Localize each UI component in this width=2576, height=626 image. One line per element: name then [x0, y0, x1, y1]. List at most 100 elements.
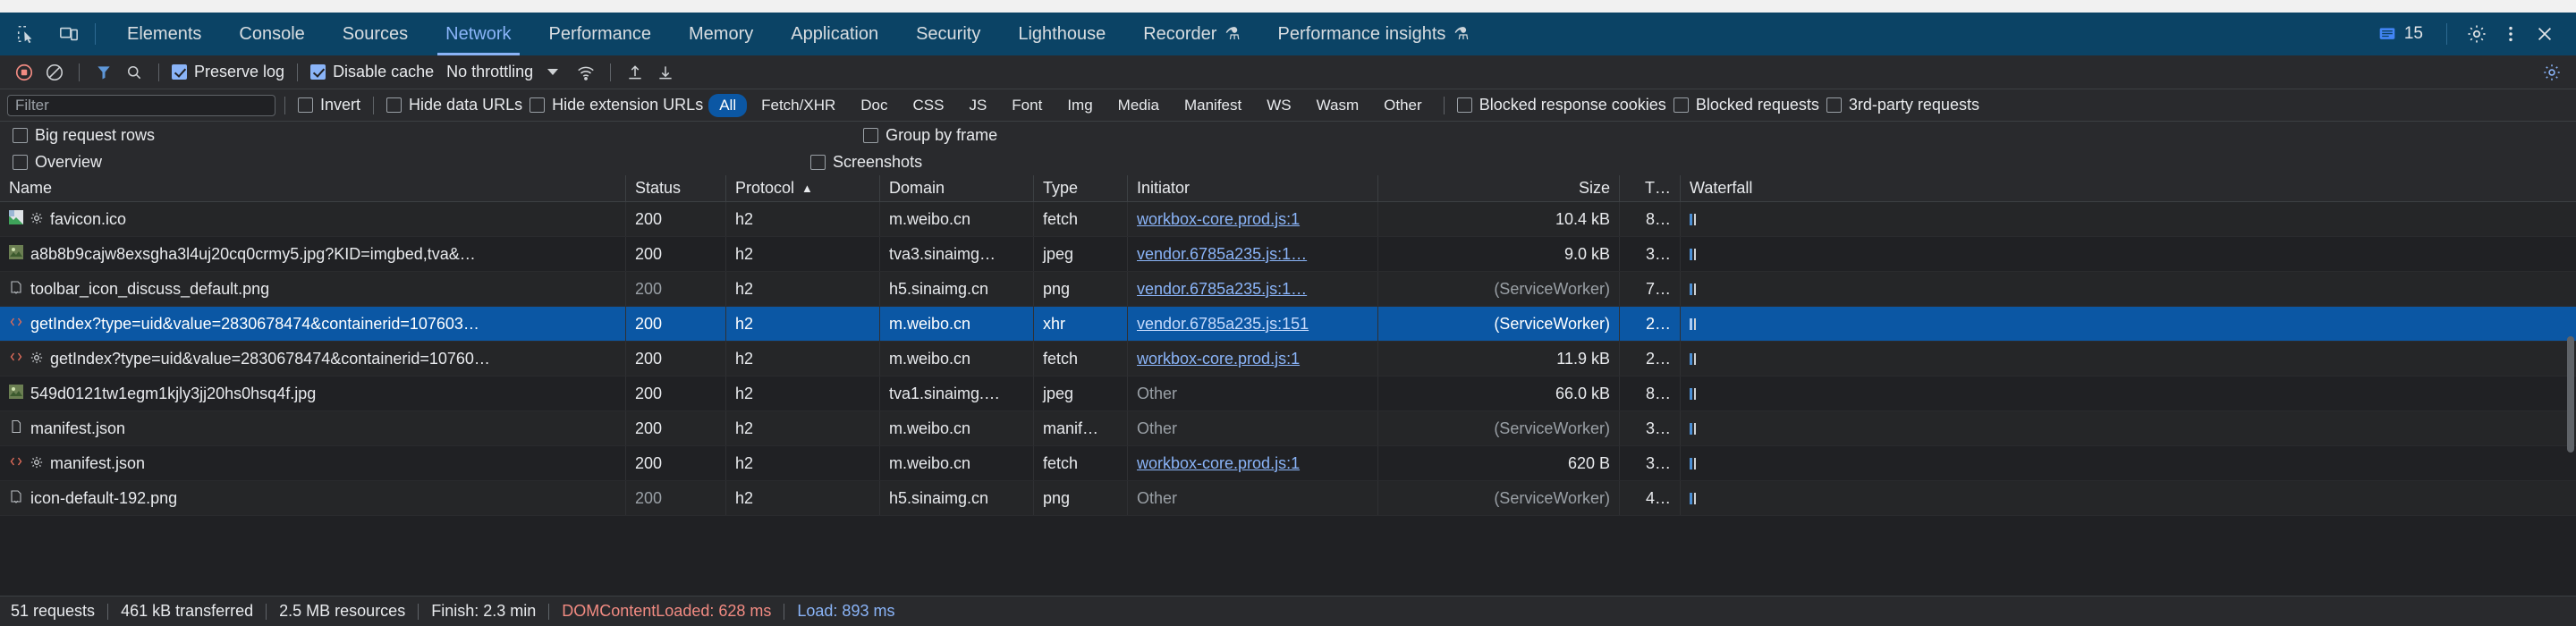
third-party-requests-checkbox[interactable]: 3rd-party requests: [1823, 96, 1983, 114]
vertical-scrollbar-thumb[interactable]: [2567, 336, 2574, 453]
column-header-initiator[interactable]: Initiator: [1128, 175, 1378, 201]
cell-name[interactable]: 549d0121tw1egm1kjly3jj20hs0hsq4f.jpg: [0, 376, 626, 410]
cell-name[interactable]: favicon.ico: [0, 202, 626, 236]
type-filter-img[interactable]: Img: [1056, 94, 1103, 117]
cell-name[interactable]: getIndex?type=uid&value=2830678474&conta…: [0, 342, 626, 376]
cell-name[interactable]: manifest.json: [0, 411, 626, 445]
cell-initiator[interactable]: vendor.6785a235.js:151: [1128, 307, 1378, 341]
column-header-time[interactable]: T…: [1620, 175, 1681, 201]
cell-name[interactable]: a8b8b9cajw8exsgha3l4uj20cq0crmy5.jpg?KID…: [0, 237, 626, 271]
column-header-waterfall[interactable]: Waterfall: [1681, 175, 2576, 201]
tab-application[interactable]: Application: [772, 13, 897, 55]
type-filter-doc[interactable]: Doc: [850, 94, 898, 117]
cell-name[interactable]: icon-default-192.png: [0, 481, 626, 515]
overview-checkbox[interactable]: Overview: [7, 153, 107, 172]
cell-type: fetch: [1034, 202, 1128, 236]
tab-performance-insights[interactable]: Performance insights ⚗: [1259, 13, 1488, 55]
table-header-row: Name Status Protocol ▲ Domain Type Initi…: [0, 175, 2576, 202]
tab-recorder[interactable]: Recorder ⚗: [1124, 13, 1258, 55]
type-filter-ws[interactable]: WS: [1256, 94, 1301, 117]
cell-name[interactable]: getIndex?type=uid&value=2830678474&conta…: [0, 307, 626, 341]
blocked-requests-checkbox[interactable]: Blocked requests: [1670, 96, 1823, 114]
cell-initiator[interactable]: workbox-core.prod.js:1: [1128, 446, 1378, 480]
cell-initiator[interactable]: vendor.6785a235.js:1…: [1128, 237, 1378, 271]
table-row[interactable]: icon-default-192.png 200 h2 h5.sinaimg.cn pn…: [0, 481, 2576, 516]
initiator-link[interactable]: workbox-core.prod.js:1: [1137, 210, 1300, 229]
export-har-icon[interactable]: [650, 59, 681, 86]
settings-gear-icon[interactable]: [2460, 17, 2494, 51]
table-row[interactable]: getIndex?type=uid&value=2830678474&conta…: [0, 307, 2576, 342]
column-header-name[interactable]: Name: [0, 175, 626, 201]
disable-cache-checkbox[interactable]: Disable cache: [307, 63, 437, 81]
inspect-element-icon[interactable]: [13, 21, 39, 47]
cell-domain: h5.sinaimg.cn: [880, 481, 1034, 515]
table-row[interactable]: favicon.ico 200 h2 m.weibo.cn fetch workbox-c…: [0, 202, 2576, 237]
network-request-table[interactable]: Name Status Protocol ▲ Domain Type Initi…: [0, 175, 2576, 596]
big-request-rows-checkbox[interactable]: Big request rows: [7, 126, 160, 145]
table-row[interactable]: manifest.json 200 h2 m.weibo.cn manif… Other (…: [0, 411, 2576, 446]
type-filter-fetch-xhr[interactable]: Fetch/XHR: [750, 94, 846, 117]
type-filter-css[interactable]: CSS: [902, 94, 954, 117]
type-filter-media[interactable]: Media: [1107, 94, 1170, 117]
screenshots-checkbox[interactable]: Screenshots: [805, 153, 928, 172]
type-filter-font[interactable]: Font: [1001, 94, 1053, 117]
hide-extension-urls-checkbox[interactable]: Hide extension URLs: [526, 96, 707, 114]
type-filter-manifest[interactable]: Manifest: [1174, 94, 1252, 117]
throttling-select[interactable]: No throttling: [437, 63, 542, 81]
filter-input[interactable]: [7, 94, 275, 116]
network-conditions-icon[interactable]: [571, 59, 601, 86]
table-row[interactable]: toolbar_icon_discuss_default.png 200 h2 h5.…: [0, 272, 2576, 307]
tab-security[interactable]: Security: [897, 13, 999, 55]
chevron-down-icon[interactable]: [547, 69, 559, 75]
tab-network[interactable]: Network: [427, 13, 530, 55]
table-row[interactable]: manifest.json 200 h2 m.weibo.cn fetch workbox…: [0, 446, 2576, 481]
initiator-link[interactable]: workbox-core.prod.js:1: [1137, 350, 1300, 368]
clear-network-log-button[interactable]: [39, 59, 70, 86]
type-filter-wasm[interactable]: Wasm: [1306, 94, 1370, 117]
table-row[interactable]: getIndex?type=uid&value=2830678474&conta…: [0, 342, 2576, 376]
cell-status: 200: [626, 237, 726, 271]
tab-lighthouse[interactable]: Lighthouse: [999, 13, 1124, 55]
column-header-type[interactable]: Type: [1034, 175, 1128, 201]
tab-memory[interactable]: Memory: [670, 13, 772, 55]
group-by-frame-checkbox[interactable]: Group by frame: [858, 126, 1003, 145]
type-filter-js[interactable]: JS: [958, 94, 997, 117]
cell-domain: tva3.sinaimg…: [880, 237, 1034, 271]
cell-initiator[interactable]: vendor.6785a235.js:1…: [1128, 272, 1378, 306]
device-toolbar-icon[interactable]: [55, 21, 82, 47]
console-message-badge[interactable]: 15: [2368, 24, 2434, 44]
type-filter-all[interactable]: All: [708, 93, 748, 117]
tab-sources[interactable]: Sources: [324, 13, 427, 55]
tab-elements[interactable]: Elements: [108, 13, 220, 55]
invert-checkbox[interactable]: Invert: [294, 96, 364, 114]
column-header-domain[interactable]: Domain: [880, 175, 1034, 201]
search-button[interactable]: [119, 59, 149, 86]
cell-domain: m.weibo.cn: [880, 446, 1034, 480]
import-har-icon[interactable]: [620, 59, 650, 86]
tab-console[interactable]: Console: [220, 13, 323, 55]
column-header-status[interactable]: Status: [626, 175, 726, 201]
summary-dom-content-loaded: DOMContentLoaded: 628 ms: [562, 602, 772, 620]
cell-initiator[interactable]: workbox-core.prod.js:1: [1128, 342, 1378, 376]
column-header-size[interactable]: Size: [1378, 175, 1620, 201]
network-settings-gear-icon[interactable]: [2537, 59, 2567, 86]
column-header-protocol[interactable]: Protocol ▲: [726, 175, 880, 201]
initiator-link[interactable]: vendor.6785a235.js:1…: [1137, 245, 1307, 264]
filter-toggle-button[interactable]: [89, 59, 119, 86]
preserve-log-checkbox[interactable]: Preserve log: [168, 63, 288, 81]
initiator-link[interactable]: workbox-core.prod.js:1: [1137, 454, 1300, 473]
hide-data-urls-checkbox[interactable]: Hide data URLs: [383, 96, 526, 114]
close-devtools-icon[interactable]: [2528, 17, 2562, 51]
record-stop-button[interactable]: [9, 59, 39, 86]
table-row[interactable]: a8b8b9cajw8exsgha3l4uj20cq0crmy5.jpg?KID…: [0, 237, 2576, 272]
table-row[interactable]: 549d0121tw1egm1kjly3jj20hs0hsq4f.jpg 200 h…: [0, 376, 2576, 411]
more-options-kebab-icon[interactable]: [2494, 17, 2528, 51]
tab-performance[interactable]: Performance: [530, 13, 671, 55]
initiator-link[interactable]: vendor.6785a235.js:151: [1137, 315, 1309, 334]
blocked-response-cookies-checkbox[interactable]: Blocked response cookies: [1453, 96, 1670, 114]
type-filter-other[interactable]: Other: [1373, 94, 1433, 117]
cell-initiator[interactable]: workbox-core.prod.js:1: [1128, 202, 1378, 236]
initiator-link[interactable]: vendor.6785a235.js:1…: [1137, 280, 1307, 299]
cell-name[interactable]: manifest.json: [0, 446, 626, 480]
cell-name[interactable]: toolbar_icon_discuss_default.png: [0, 272, 626, 306]
